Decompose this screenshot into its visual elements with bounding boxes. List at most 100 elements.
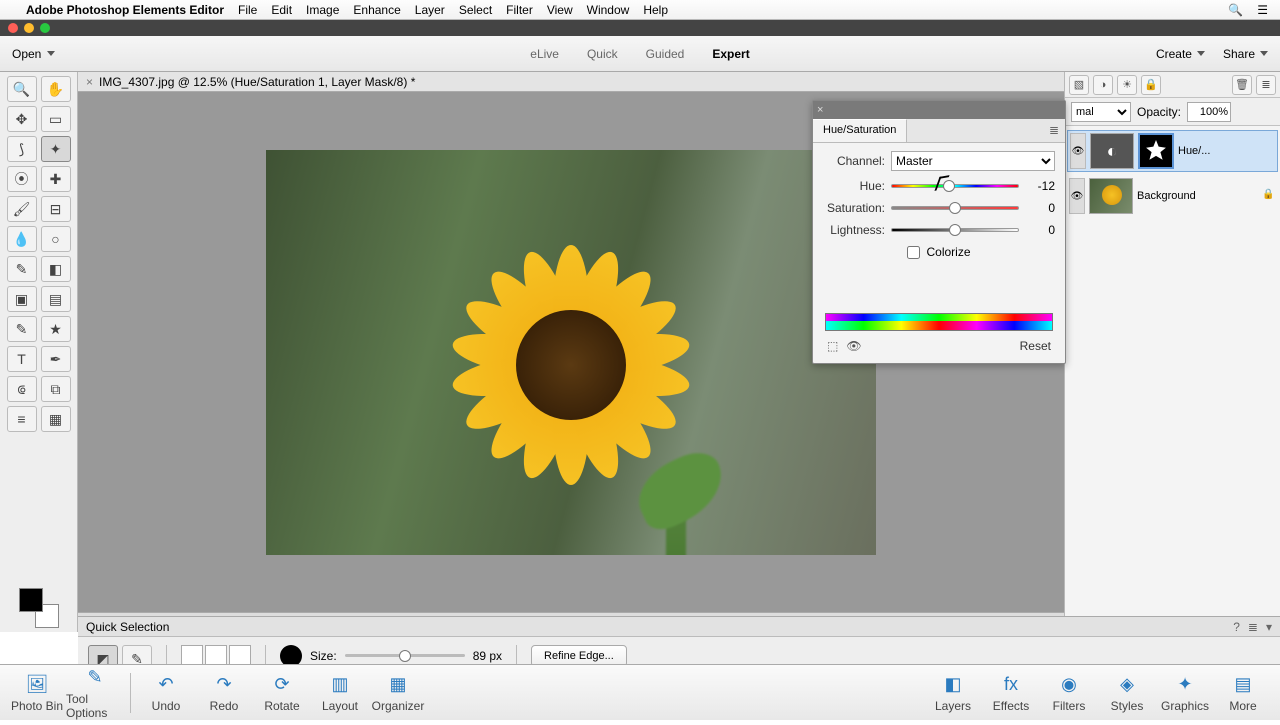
channel-select[interactable]: Master <box>891 151 1055 171</box>
adjustment-thumb-icon[interactable]: ◐ <box>1090 133 1134 169</box>
color-picker-tool[interactable]: ✎ <box>7 316 37 342</box>
options-menu-icon[interactable]: ≣ <box>1248 620 1258 634</box>
pen-tool[interactable]: ✒ <box>41 346 71 372</box>
layer-group-icon[interactable]: ◑ <box>1093 75 1113 95</box>
brush-size-slider[interactable] <box>345 650 465 662</box>
collapse-icon[interactable]: ▾ <box>1266 620 1272 634</box>
spotlight-icon[interactable]: 🔍 <box>1228 3 1243 17</box>
zoom-window-icon[interactable] <box>40 23 50 33</box>
menu-help[interactable]: Help <box>643 3 668 17</box>
hand-tool[interactable]: ✋ <box>41 76 71 102</box>
create-button[interactable]: Create <box>1156 47 1205 61</box>
close-window-icon[interactable] <box>8 23 18 33</box>
mode-guided[interactable]: Guided <box>646 47 685 61</box>
taskbar-organizer[interactable]: ▦Organizer <box>369 673 427 713</box>
type-tool[interactable]: T <box>7 346 37 372</box>
taskbar-layout[interactable]: ▥Layout <box>311 673 369 713</box>
shape-tool[interactable]: ★ <box>41 316 71 342</box>
straighten-tool[interactable]: ≡ <box>7 406 37 432</box>
layer-hue-saturation[interactable]: 👁 ◐ Hue/... <box>1067 130 1278 172</box>
help-icon[interactable]: ? <box>1233 620 1240 634</box>
taskbar-styles[interactable]: ◈Styles <box>1098 673 1156 713</box>
mode-quick[interactable]: Quick <box>587 47 618 61</box>
menu-select[interactable]: Select <box>459 3 492 17</box>
mode-expert[interactable]: Expert <box>712 47 749 61</box>
brush-tool[interactable]: 🖌 <box>7 196 37 222</box>
document-tab[interactable]: × IMG_4307.jpg @ 12.5% (Hue/Saturation 1… <box>78 75 423 89</box>
healing-tool[interactable]: ✚ <box>41 166 71 192</box>
reset-button[interactable]: Reset <box>1020 339 1051 353</box>
layer-fx-icon[interactable]: ☀ <box>1117 75 1137 95</box>
marquee-tool[interactable]: ▭ <box>41 106 71 132</box>
clone-tool[interactable]: ⊟ <box>41 196 71 222</box>
zoom-tool[interactable]: 🔍 <box>7 76 37 102</box>
taskbar-redo[interactable]: ↷Redo <box>195 673 253 713</box>
taskbar-layers[interactable]: ◧Layers <box>924 673 982 713</box>
recompose-tool[interactable]: ⧉ <box>41 376 71 402</box>
panel-menu-icon[interactable]: ≣ <box>1043 119 1065 142</box>
close-tab-icon[interactable]: × <box>86 75 93 89</box>
menu-extras-icon[interactable]: ☰ <box>1257 3 1268 17</box>
opacity-input[interactable] <box>1187 102 1231 122</box>
menu-edit[interactable]: Edit <box>271 3 292 17</box>
paint-bucket-tool[interactable]: ▣ <box>7 286 37 312</box>
menu-file[interactable]: File <box>238 3 257 17</box>
move-tool[interactable]: ✥ <box>7 106 37 132</box>
toggle-visibility-icon[interactable]: 👁 <box>846 339 861 353</box>
panel-tab[interactable]: Hue/Saturation <box>813 119 907 142</box>
lightness-value[interactable]: 0 <box>1027 223 1055 237</box>
menu-filter[interactable]: Filter <box>506 3 533 17</box>
pencil-tool[interactable]: ✎ <box>7 256 37 282</box>
eraser-tool[interactable]: ◧ <box>41 256 71 282</box>
eyedropper-tool[interactable]: ⦿ <box>7 166 37 192</box>
blur-tool[interactable]: 💧 <box>7 226 37 252</box>
open-button[interactable]: Open <box>12 47 55 61</box>
color-swatches[interactable] <box>19 588 59 628</box>
sponge-tool[interactable]: ○ <box>41 226 71 252</box>
mode-elive[interactable]: eLive <box>530 47 559 61</box>
panel-titlebar[interactable]: × <box>813 101 1065 119</box>
share-button[interactable]: Share <box>1223 47 1268 61</box>
color-spectrum[interactable] <box>825 313 1053 331</box>
taskbar-undo[interactable]: ↶Undo <box>137 673 195 713</box>
taskbar-rotate[interactable]: ⟳Rotate <box>253 673 311 713</box>
menu-enhance[interactable]: Enhance <box>353 3 400 17</box>
minimize-window-icon[interactable] <box>24 23 34 33</box>
canvas[interactable] <box>266 150 876 555</box>
saturation-value[interactable]: 0 <box>1027 201 1055 215</box>
quick-selection-tool[interactable]: ✦ <box>41 136 71 162</box>
crop-tool[interactable]: ⟃ <box>7 376 37 402</box>
hue-slider[interactable] <box>891 179 1019 193</box>
taskbar-tool-options[interactable]: ✎Tool Options <box>66 666 124 720</box>
taskbar-filters[interactable]: ◉Filters <box>1040 673 1098 713</box>
clip-to-layer-icon[interactable]: ⬚ <box>827 339 838 353</box>
visibility-icon[interactable]: 👁 <box>1069 178 1085 214</box>
disclosure-icon <box>1260 51 1268 56</box>
menu-layer[interactable]: Layer <box>415 3 445 17</box>
taskbar-photo-bin[interactable]: 🖼Photo Bin <box>8 673 66 713</box>
lock-layer-icon[interactable]: 🔒 <box>1141 75 1161 95</box>
layer-background[interactable]: 👁 Background 🔒 <box>1067 176 1278 216</box>
lightness-slider[interactable] <box>891 223 1019 237</box>
delete-layer-icon[interactable]: 🗑 <box>1232 75 1252 95</box>
hue-value[interactable]: -12 <box>1027 179 1055 193</box>
menu-window[interactable]: Window <box>587 3 630 17</box>
content-aware-tool[interactable]: ▦ <box>41 406 71 432</box>
taskbar-effects[interactable]: fxEffects <box>982 673 1040 713</box>
colorize-checkbox[interactable] <box>907 246 920 259</box>
blend-mode-select[interactable]: mal <box>1071 102 1131 122</box>
saturation-slider[interactable] <box>891 201 1019 215</box>
gradient-tool[interactable]: ▤ <box>41 286 71 312</box>
layer-thumb[interactable] <box>1089 178 1133 214</box>
close-panel-icon[interactable]: × <box>817 104 823 116</box>
layer-mask-thumb[interactable] <box>1138 133 1174 169</box>
panel-menu-icon[interactable]: ≣ <box>1256 75 1276 95</box>
taskbar-graphics[interactable]: ✦Graphics <box>1156 673 1214 713</box>
taskbar-more[interactable]: ▤More <box>1214 673 1272 713</box>
menu-image[interactable]: Image <box>306 3 339 17</box>
open-label: Open <box>12 47 41 61</box>
menu-view[interactable]: View <box>547 3 573 17</box>
visibility-icon[interactable]: 👁 <box>1070 133 1086 169</box>
new-layer-icon[interactable]: ▧ <box>1069 75 1089 95</box>
lasso-tool[interactable]: ⟆ <box>7 136 37 162</box>
